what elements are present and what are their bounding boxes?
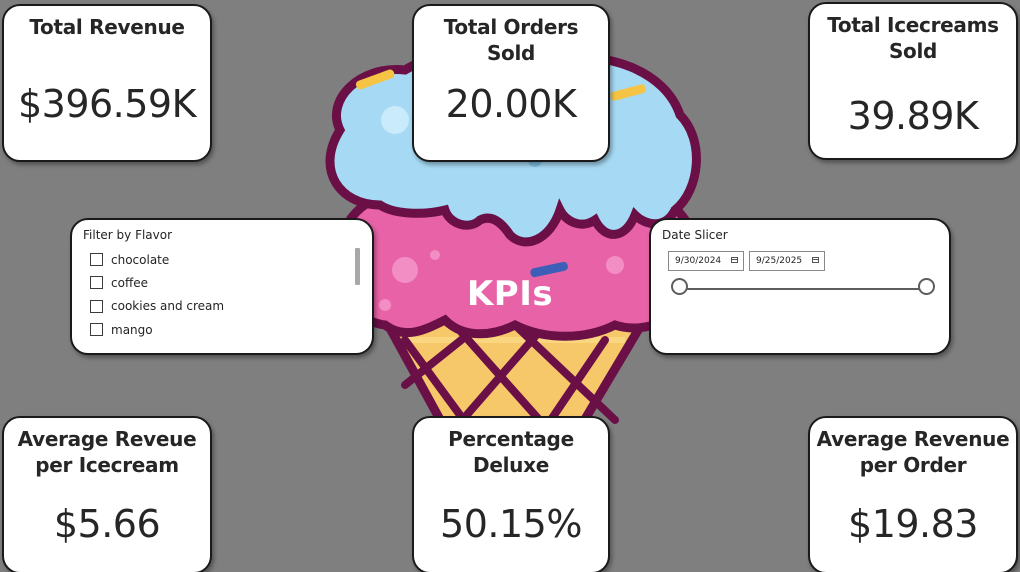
dashboard-canvas: KPIs Total Revenue $396.59K Total Orders… [0,0,1020,572]
checkbox[interactable] [90,276,103,290]
flavor-label: mango [111,322,153,337]
kpi-title: Percentage Deluxe [448,427,574,477]
flavor-item-coffee[interactable]: coffee [90,271,345,294]
slicer-title: Date Slicer [662,228,728,242]
calendar-icon[interactable] [812,257,819,263]
slider-handle-start[interactable] [671,278,688,295]
kpi-card-total-orders-sold[interactable]: Total Orders Sold 20.00K [412,4,610,162]
kpi-card-percentage-deluxe[interactable]: Percentage Deluxe 50.15% [412,416,610,572]
kpi-card-total-icecreams-sold[interactable]: Total Icecreams Sold 39.89K [808,2,1018,160]
kpi-card-average-revenue-per-order[interactable]: Average Revenue per Order $19.83 [808,416,1018,572]
end-date-value: 9/25/2025 [756,256,803,266]
flavor-item-partial[interactable] [90,341,345,346]
kpi-value: $396.59K [17,82,197,126]
start-date-input[interactable]: 9/30/2024 [668,251,744,271]
calendar-icon[interactable] [731,257,738,263]
kpi-value: $19.83 [848,502,978,546]
flavor-label: cookies and cream [111,299,225,314]
flavor-label: chocolate [111,252,170,267]
kpi-card-average-revenue-per-icecream[interactable]: Average Reveue per Icecream $5.66 [2,416,212,572]
start-date-value: 9/30/2024 [675,256,722,266]
kpi-title: Total Icecreams Sold [827,13,999,63]
scrollbar[interactable] [355,248,360,285]
end-date-input[interactable]: 9/25/2025 [749,251,825,271]
kpi-value: 20.00K [445,82,577,126]
kpi-title: Total Orders Sold [443,15,579,65]
kpi-title: Average Revenue per Order [816,427,1010,477]
checkbox[interactable] [90,323,103,337]
flavor-label: coffee [111,275,148,290]
kpi-title: Average Reveue per Icecream [17,427,197,477]
flavor-list[interactable]: chocolate coffee cookies and cream mango [90,248,345,346]
kpi-card-total-revenue[interactable]: Total Revenue $396.59K [2,4,212,162]
checkbox[interactable] [90,299,103,313]
kpi-title: Total Revenue [29,15,185,39]
slicer-title: Filter by Flavor [83,228,173,242]
kpis-center-label: KPIs [466,274,554,314]
kpi-value: $5.66 [53,502,161,546]
flavor-slicer[interactable]: Filter by Flavor chocolate coffee cookie… [70,218,374,355]
flavor-item-cookies-and-cream[interactable]: cookies and cream [90,295,345,318]
checkbox[interactable] [90,253,103,267]
date-range-slider-track[interactable] [681,288,927,290]
kpi-value: 39.89K [847,94,979,138]
kpi-value: 50.15% [440,502,582,546]
flavor-item-mango[interactable]: mango [90,318,345,341]
date-slicer[interactable]: Date Slicer 9/30/2024 9/25/2025 [649,218,951,355]
flavor-item-chocolate[interactable]: chocolate [90,248,345,271]
slider-handle-end[interactable] [918,278,935,295]
